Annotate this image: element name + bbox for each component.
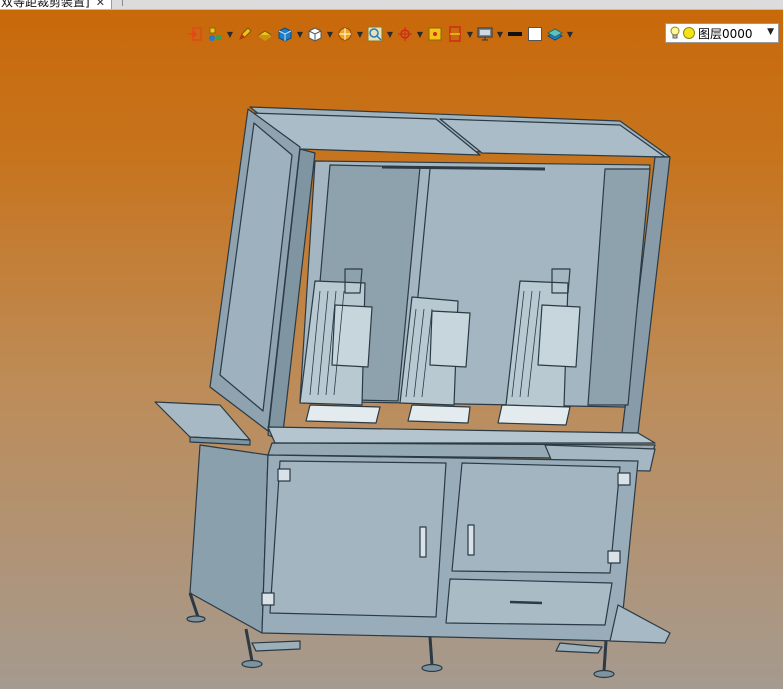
move-part-icon[interactable] xyxy=(206,25,224,43)
document-tab-title: 双等距裁剪装置] xyxy=(1,0,90,9)
cube-view-icon[interactable] xyxy=(306,25,324,43)
3d-viewport[interactable]: ▼ ▼ ▼ ▼ ▼ ▼ ▼ ▼ ▼ 图层0000 ▼ xyxy=(0,10,783,689)
chevron-down-icon[interactable]: ▼ xyxy=(496,25,504,43)
chevron-down-icon[interactable]: ▼ xyxy=(226,25,234,43)
chevron-down-icon[interactable]: ▼ xyxy=(466,25,474,43)
exit-sketch-icon[interactable] xyxy=(186,25,204,43)
crosshair-icon[interactable] xyxy=(396,25,414,43)
section-view-icon[interactable] xyxy=(336,25,354,43)
chevron-down-icon[interactable]: ▼ xyxy=(566,25,574,43)
layers-icon[interactable] xyxy=(546,25,564,43)
layer-name: 图层0000 xyxy=(698,26,753,41)
fill-color-icon[interactable] xyxy=(526,25,544,43)
chevron-down-icon[interactable]: ▼ xyxy=(296,25,304,43)
document-tab-bar: 双等距裁剪装置] ✕ xyxy=(0,0,783,10)
chevron-down-icon[interactable]: ▼ xyxy=(326,25,334,43)
chevron-down-icon[interactable]: ▼ xyxy=(356,25,364,43)
frame-icon[interactable] xyxy=(446,25,464,43)
tab-separator xyxy=(122,0,123,6)
chevron-down-icon: ▼ xyxy=(767,27,774,37)
view-toolbar: ▼ ▼ ▼ ▼ ▼ ▼ ▼ ▼ ▼ xyxy=(186,22,574,46)
machine-model xyxy=(154,106,671,679)
display-monitor-icon[interactable] xyxy=(476,25,494,43)
layer-select[interactable]: 图层0000 ▼ xyxy=(665,23,779,43)
snap-point-icon[interactable] xyxy=(426,25,444,43)
box-view-icon[interactable] xyxy=(276,25,294,43)
pen-icon[interactable] xyxy=(236,25,254,43)
line-color-icon[interactable] xyxy=(506,25,524,43)
lightbulb-icon xyxy=(670,26,680,39)
layer-color-icon xyxy=(683,27,695,39)
close-icon[interactable]: ✕ xyxy=(96,0,105,9)
chevron-down-icon[interactable]: ▼ xyxy=(416,25,424,43)
chevron-down-icon[interactable]: ▼ xyxy=(386,25,394,43)
sketch-block-icon[interactable] xyxy=(256,25,274,43)
zoom-view-icon[interactable] xyxy=(366,25,384,43)
document-tab[interactable]: 双等距裁剪装置] ✕ xyxy=(0,0,112,9)
